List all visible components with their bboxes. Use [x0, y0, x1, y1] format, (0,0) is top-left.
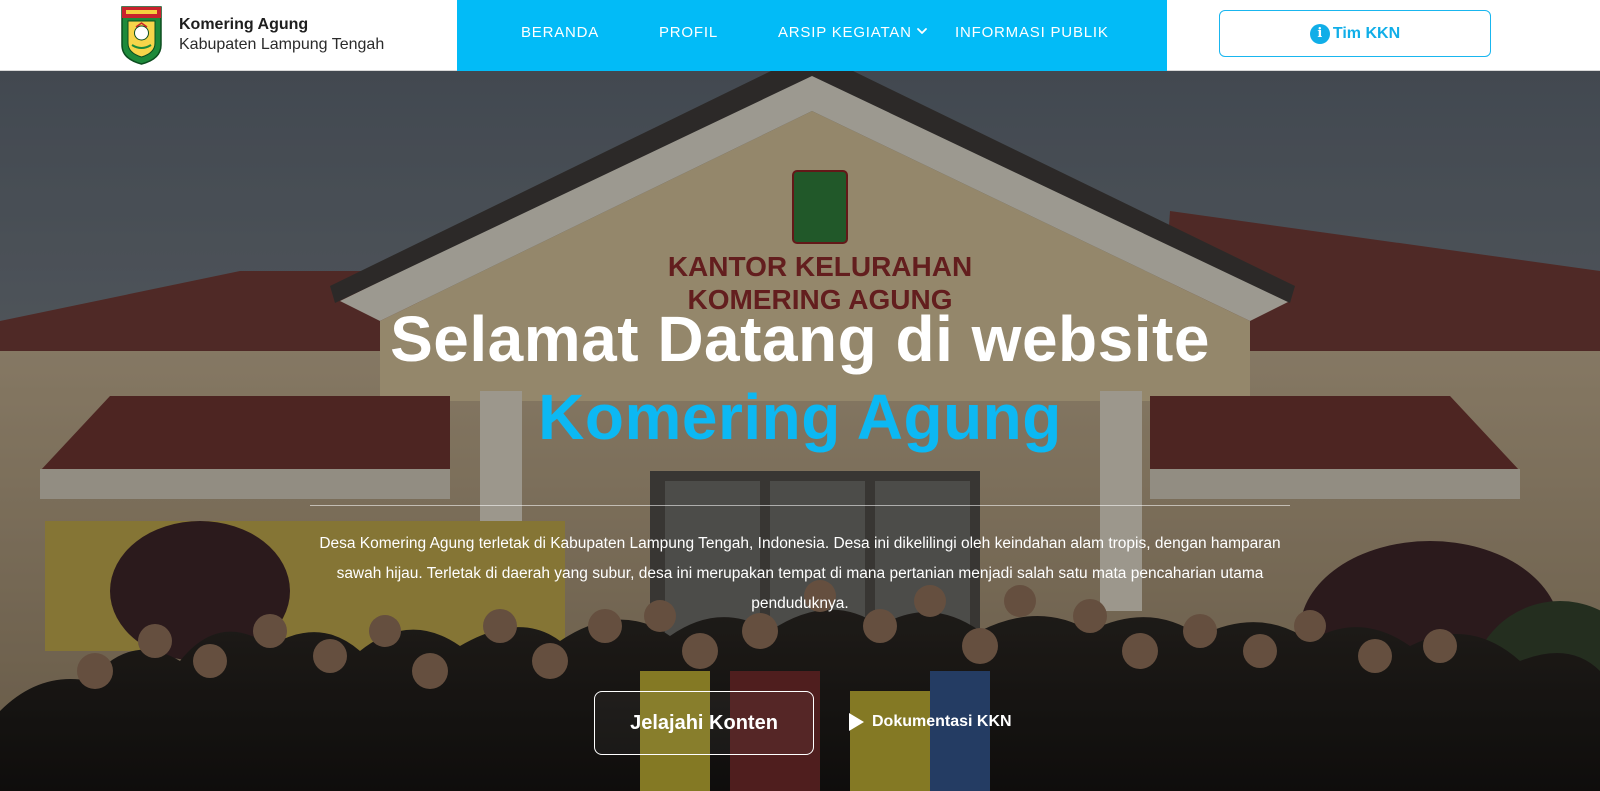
hero-section: KANTOR KELURAHAN KOMERING AGUNG Selamat … [0, 71, 1600, 791]
brand-subtitle: Kabupaten Lampung Tengah [179, 36, 385, 53]
lampung-tengah-crest-icon [121, 6, 162, 65]
brand[interactable]: Komering Agung Kabupaten Lampung Tengah [120, 5, 384, 65]
main-nav: BERANDA PROFIL ARSIP KEGIATAN INFORMASI … [457, 0, 1167, 71]
kkn-documentation-label: Dokumentasi KKN [872, 713, 1012, 730]
hero-description: Desa Komering Agung terletak di Kabupate… [319, 535, 1281, 612]
chevron-down-icon [916, 27, 927, 34]
explore-content-label: Jelajahi Konten [630, 711, 778, 734]
nav-item-label: BERANDA [521, 24, 600, 41]
kkn-documentation-link[interactable]: Dokumentasi KKN [849, 697, 1012, 747]
nav-item-label: ARSIP KEGIATAN [778, 24, 912, 41]
play-icon [849, 713, 864, 731]
hero-subtitle: Komering Agung [538, 381, 1062, 453]
nav-item-beranda[interactable]: BERANDA [521, 24, 599, 41]
tim-kkn-label: Tim KKN [1332, 24, 1401, 42]
explore-content-button[interactable]: Jelajahi Konten [594, 691, 814, 755]
info-icon: i [1309, 23, 1330, 44]
nav-item-informasi-publik[interactable]: INFORMASI PUBLIK [955, 24, 1109, 41]
nav-item-arsip-kegiatan[interactable]: ARSIP KEGIATAN [778, 24, 928, 41]
hero-title: Selamat Datang di website [390, 303, 1210, 375]
site-header: Komering Agung Kabupaten Lampung Tengah … [0, 0, 1600, 71]
hero-divider [310, 505, 1290, 506]
nav-item-label: INFORMASI PUBLIK [955, 24, 1109, 41]
brand-title: Komering Agung [179, 16, 309, 33]
tim-kkn-button[interactable]: i Tim KKN [1219, 10, 1491, 57]
nav-item-profil[interactable]: PROFIL [659, 24, 718, 41]
nav-item-label: PROFIL [659, 24, 718, 41]
